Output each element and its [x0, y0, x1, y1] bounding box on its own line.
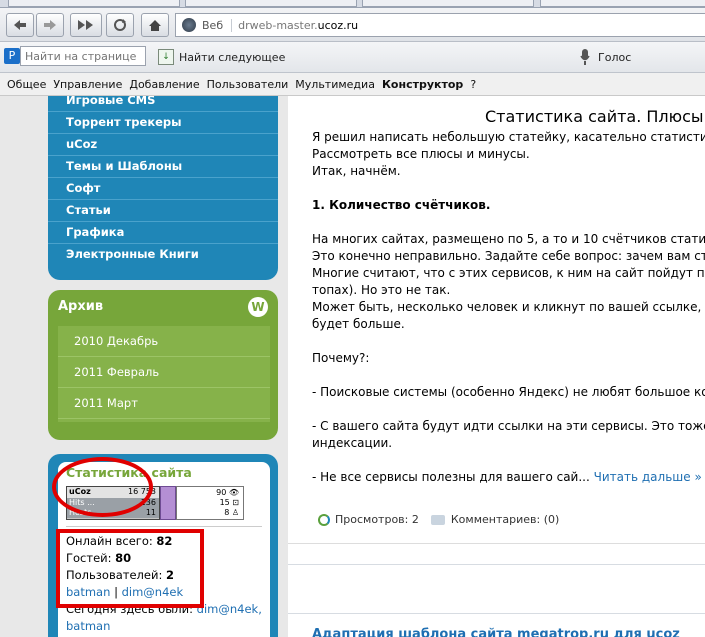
- archive-item[interactable]: 2011 Февраль: [58, 357, 270, 388]
- reload-button[interactable]: [106, 13, 134, 37]
- archive-list: 2010 Декабрь 2011 Февраль 2011 Март: [58, 326, 270, 422]
- article-text: Я решил написать небольшую статейку, кас…: [312, 130, 705, 144]
- eye-icon: 👁: [228, 488, 239, 497]
- main-content: Статистика сайта. Плюсы Я решил написать…: [288, 96, 705, 637]
- archive-badge-icon: W: [248, 297, 268, 317]
- microphone-icon: [580, 49, 590, 65]
- menu-item-constructor[interactable]: Конструктор: [382, 78, 463, 91]
- fast-forward-button[interactable]: [70, 13, 102, 37]
- home-icon: [149, 19, 161, 31]
- find-input[interactable]: [20, 46, 146, 66]
- category-item[interactable]: Софт: [48, 178, 278, 200]
- voice-button[interactable]: Голос: [580, 47, 631, 67]
- views-icon: [318, 513, 330, 526]
- read-more-link[interactable]: Читать дальше »: [594, 470, 702, 484]
- category-item[interactable]: Темы и Шаблоны: [48, 156, 278, 178]
- article-text: будет больше.: [312, 317, 405, 331]
- article-text: Итак, начнём.: [312, 164, 401, 178]
- category-item[interactable]: Графика: [48, 222, 278, 244]
- archive-title: Архив: [58, 299, 104, 314]
- home-button[interactable]: [141, 13, 169, 37]
- category-item[interactable]: Статьи: [48, 200, 278, 222]
- user-icon: ♙: [231, 508, 239, 517]
- today-visitors-cont: batman: [66, 619, 110, 633]
- article-text: индексации.: [312, 436, 393, 450]
- article-text: - С вашего сайта будут идти ссылки на эт…: [312, 419, 705, 433]
- article-heading: 1. Количество счётчиков.: [312, 198, 491, 212]
- today-user-link[interactable]: batman: [66, 619, 110, 633]
- views-count: Просмотров: 2: [335, 513, 419, 526]
- menu-item-multimedia[interactable]: Мультимедиа: [295, 78, 375, 91]
- counter-visits: 15: [219, 498, 230, 507]
- find-next-icon: ↓: [158, 49, 174, 65]
- article-meta: Просмотров: 2 Комментариев: (0): [318, 513, 559, 526]
- article-text: Рассмотреть все плюсы и минусы.: [312, 147, 530, 161]
- back-button[interactable]: [6, 13, 34, 37]
- article-separator: [288, 564, 705, 614]
- browser-tab[interactable]: [362, 0, 534, 7]
- article-text: На многих сайтах, размещено по 5, а то и…: [312, 232, 705, 246]
- login-icon: ⊡: [232, 498, 239, 507]
- comments-icon: [430, 514, 445, 525]
- article-title[interactable]: Статистика сайта. Плюсы: [485, 107, 704, 126]
- menu-item-users[interactable]: Пользователи: [207, 78, 289, 91]
- visits-counter[interactable]: 90 👁 15 ⊡ 8 ♙: [176, 486, 244, 520]
- article-text: топах). Но это не так.: [312, 283, 451, 297]
- article-text: - Поисковые системы (особенно Яндекс) не…: [312, 385, 705, 399]
- today-user-link[interactable]: dim@n4ek,: [197, 602, 262, 616]
- article-text: - Не все сервисы полезны для вашего сай.…: [312, 470, 702, 484]
- article-text: Это конечно неправильно. Задайте себе во…: [312, 249, 705, 263]
- menu-item-help[interactable]: ?: [470, 78, 476, 91]
- category-item[interactable]: uCoz: [48, 134, 278, 156]
- back-arrow-icon: [14, 20, 26, 30]
- counter-hosts: 11: [145, 508, 156, 517]
- search-icon: P: [4, 48, 20, 64]
- next-article-title[interactable]: Адаптация шаблона сайта megatrop.ru для …: [312, 627, 680, 637]
- reload-icon: [114, 19, 126, 31]
- red-highlight-ellipse: [52, 457, 153, 517]
- globe-icon: [182, 18, 196, 32]
- article-text: Почему?:: [312, 351, 370, 365]
- browser-tab[interactable]: [540, 0, 705, 7]
- counter-views: 90: [216, 488, 227, 497]
- comments-count[interactable]: Комментариев: (0): [451, 513, 559, 526]
- browser-tab[interactable]: [185, 0, 357, 7]
- admin-menubar: Общее Управление Добавление Пользователи…: [0, 73, 705, 96]
- divider: [66, 526, 262, 527]
- forward-arrow-icon: [44, 20, 56, 30]
- counter-users: 8: [224, 508, 230, 517]
- secondary-counter[interactable]: [160, 486, 176, 520]
- voice-label: Голос: [598, 50, 632, 64]
- category-item[interactable]: Игровые CMS: [48, 96, 278, 112]
- archive-item[interactable]: 2011 Март: [58, 388, 270, 419]
- fast-forward-icon: [78, 20, 93, 30]
- red-highlight-rectangle: [56, 529, 204, 608]
- divider: [288, 543, 705, 544]
- address-label: Веб: [202, 18, 233, 32]
- archive-block: Архив W 2010 Декабрь 2011 Февраль 2011 М…: [48, 290, 278, 440]
- menu-item-management[interactable]: Управление: [53, 78, 122, 91]
- address-bar[interactable]: Веб drweb-master.ucoz.ru: [175, 13, 705, 37]
- find-toolbar: P ↓ Найти следующее Голос: [0, 42, 705, 73]
- find-next-button[interactable]: ↓ Найти следующее: [158, 47, 285, 67]
- article-text: Многие считают, что с этих сервисов, к н…: [312, 266, 705, 280]
- article-text: Может быть, несколько человек и кликнут …: [312, 300, 705, 314]
- menu-item-general[interactable]: Общее: [7, 78, 46, 91]
- menu-item-add[interactable]: Добавление: [129, 78, 199, 91]
- forward-button[interactable]: [36, 13, 64, 37]
- address-url[interactable]: drweb-master.ucoz.ru: [238, 19, 358, 32]
- navigation-toolbar: Веб drweb-master.ucoz.ru: [0, 8, 705, 42]
- categories-block: Игровые CMS Торрент трекеры uCoz Темы и …: [48, 96, 278, 280]
- browser-tab[interactable]: [8, 0, 180, 7]
- archive-item[interactable]: 2010 Декабрь: [58, 326, 270, 357]
- find-next-label: Найти следующее: [179, 50, 286, 64]
- category-item[interactable]: Электронные Книги: [48, 244, 278, 266]
- category-item[interactable]: Торрент трекеры: [48, 112, 278, 134]
- tab-strip: [0, 0, 705, 8]
